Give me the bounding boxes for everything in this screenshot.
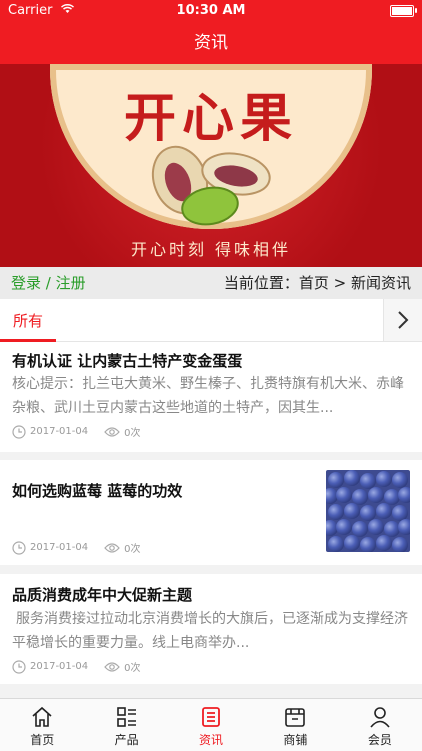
user-icon (370, 707, 390, 728)
login-register-link[interactable]: 登录 / 注册 (11, 267, 86, 299)
article-summary: 核心提示：扎兰屯大黄米、野生榛子、扎赉特旗有机大米、赤峰杂粮、武川土豆内蒙古这些… (12, 376, 404, 416)
tabbar-label: 资讯 (199, 733, 224, 747)
clock-icon (12, 659, 26, 674)
tabbar-label: 会员 (367, 733, 392, 747)
tabbar-home[interactable]: 首页 (0, 699, 84, 751)
clock: 10:30 AM (176, 3, 246, 18)
grid-list-icon (116, 707, 136, 727)
article-views: 0次 (124, 544, 141, 555)
clock-icon (12, 424, 26, 439)
article-views: 0次 (124, 663, 141, 674)
article-date: 2017-01-04 (30, 661, 89, 672)
breadcrumb: 当前位置：首页 > 新闻资讯 (223, 274, 411, 292)
tabbar-label: 首页 (30, 733, 55, 747)
shop-icon (285, 708, 306, 727)
article-date: 2017-01-04 (30, 542, 89, 553)
article-card-3[interactable]: 品质消费成年中大促新主题 服务消费接过拉动北京消费增长的大旗后，已逐渐成为支撑经… (0, 574, 422, 684)
eye-icon (104, 426, 120, 437)
article-date: 2017-01-04 (30, 426, 89, 437)
tabbar-shop[interactable]: 商铺 (253, 699, 337, 751)
eye-icon (104, 542, 120, 553)
banner-image[interactable]: 开心果 开心时刻 得味相伴 (0, 64, 422, 267)
page-title: 资讯 (0, 22, 422, 64)
tabbar-label: 商铺 (283, 733, 308, 747)
article-title: 如何选购蓝莓 蓝莓的功效 (12, 482, 183, 500)
article-meta: 2017-01-04 0次 (12, 424, 141, 439)
article-title: 品质消费成年中大促新主题 (12, 586, 193, 604)
location-bar: 登录 / 注册 当前位置：首页 > 新闻资讯 (0, 267, 422, 299)
bottom-tab-bar: 首页 产品 资讯 商铺 会员 (0, 698, 422, 751)
article-meta: 2017-01-04 0次 (12, 540, 141, 555)
chevron-right-icon (398, 311, 409, 329)
tabbar-label: 产品 (114, 733, 139, 747)
article-meta: 2017-01-04 0次 (12, 659, 141, 674)
tabbar-member[interactable]: 会员 (338, 699, 422, 751)
article-card-2[interactable]: 如何选购蓝莓 蓝莓的功效 2017-01-04 0次 (0, 460, 422, 565)
more-categories-button[interactable] (383, 299, 422, 341)
tabbar-news[interactable]: 资讯 (169, 699, 253, 751)
category-tabs: 所有 (0, 299, 422, 342)
blueberry-thumbnail (326, 470, 410, 552)
article-views: 0次 (124, 428, 141, 439)
article-summary: 服务消费接过拉动北京消费增长的大旗后，已逐渐成为支撑经济平稳增长的重要力量。线上… (12, 611, 408, 651)
home-icon (32, 706, 52, 727)
tab-all[interactable]: 所有 (0, 299, 56, 342)
clock-icon (12, 540, 26, 555)
article-card-1[interactable]: 有机认证 让内蒙古土特产变金蛋蛋 核心提示：扎兰屯大黄米、野生榛子、扎赉特旗有机… (0, 342, 422, 452)
tabbar-products[interactable]: 产品 (84, 699, 168, 751)
banner-slogan: 开心时刻 得味相伴 (130, 240, 292, 259)
news-icon (202, 707, 220, 727)
eye-icon (104, 661, 120, 672)
article-title: 有机认证 让内蒙古土特产变金蛋蛋 (12, 352, 243, 370)
pistachio-icon (151, 145, 271, 226)
status-bar: Carrier 10:30 AM (0, 0, 422, 22)
battery-tip (415, 8, 417, 13)
battery-icon (390, 5, 414, 17)
